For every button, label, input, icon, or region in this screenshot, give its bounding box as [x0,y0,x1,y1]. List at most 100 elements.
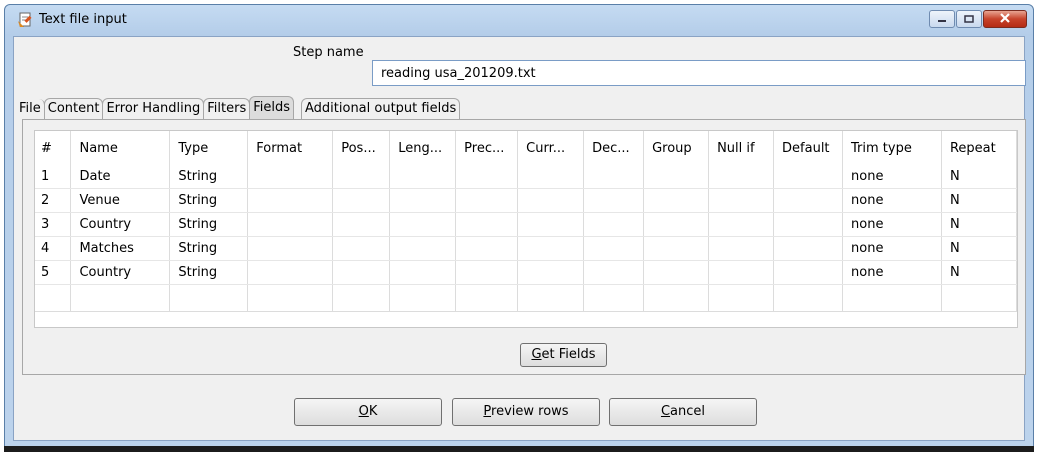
table-cell[interactable] [517,188,585,213]
table-cell[interactable] [643,236,710,261]
table-cell[interactable] [389,284,457,312]
table-cell[interactable]: none [842,236,942,261]
table-cell[interactable] [332,260,391,285]
table-cell[interactable] [247,212,334,237]
table-cell[interactable] [583,236,645,261]
table-cell[interactable] [455,260,519,285]
table-cell[interactable]: N [941,236,1018,261]
table-cell[interactable]: none [842,212,942,237]
tab-filters[interactable]: Filters [203,98,251,119]
table-cell[interactable]: String [169,188,249,213]
table-cell[interactable]: String [169,260,249,285]
table-cell[interactable]: Venue [70,188,171,213]
table-cell[interactable] [708,212,775,237]
table-cell[interactable] [455,212,519,237]
maximize-button[interactable] [956,10,982,28]
table-cell[interactable]: N [941,188,1018,213]
table-cell[interactable] [643,188,710,213]
table-cell[interactable]: String [169,236,249,261]
table-cell[interactable] [247,188,334,213]
table-cell[interactable]: Matches [70,236,171,261]
table-cell[interactable] [773,236,844,261]
table-cell[interactable] [842,284,942,312]
table-cell[interactable] [517,165,585,189]
table-cell[interactable] [247,236,334,261]
table-cell[interactable] [773,188,844,213]
get-fields-button[interactable]: Get Fields [520,343,607,367]
table-cell[interactable] [517,236,585,261]
table-cell[interactable] [332,284,391,312]
preview-rows-button[interactable]: Preview rows [452,398,600,426]
column-header[interactable]: Group [643,131,710,165]
table-cell[interactable] [583,188,645,213]
table-row[interactable]: 4 Matches String none N [35,236,1018,261]
table-cell[interactable] [389,260,457,285]
tab-file[interactable]: File [16,99,45,119]
ok-button[interactable]: OK [294,398,442,426]
table-cell[interactable] [583,260,645,285]
title-bar[interactable]: Text file input [5,5,1033,35]
tab-additional-output-fields[interactable]: Additional output fields [301,98,461,119]
table-cell[interactable]: none [842,188,942,213]
table-cell[interactable] [708,188,775,213]
table-cell[interactable] [708,236,775,261]
table-cell[interactable] [169,284,249,312]
table-cell[interactable] [247,165,334,189]
table-row[interactable]: 3 Country String none N [35,212,1018,237]
table-cell[interactable] [247,260,334,285]
table-cell[interactable] [332,165,391,189]
column-header[interactable]: Prec... [455,131,519,165]
table-cell[interactable] [517,284,585,312]
table-cell[interactable] [941,284,1018,312]
table-cell[interactable]: String [169,165,249,189]
table-cell[interactable] [389,212,457,237]
table-cell[interactable] [389,165,457,189]
table-cell[interactable] [773,260,844,285]
column-header[interactable]: Pos... [332,131,391,165]
table-cell[interactable] [583,212,645,237]
table-cell[interactable] [247,284,334,312]
table-row[interactable]: 1 Date String none N [35,165,1018,189]
table-cell[interactable] [583,284,645,312]
table-cell[interactable] [332,188,391,213]
table-cell[interactable] [332,236,391,261]
table-cell[interactable]: none [842,260,942,285]
table-cell[interactable] [773,212,844,237]
table-row[interactable]: 2 Venue String none N [35,188,1018,213]
table-cell[interactable] [455,188,519,213]
table-cell[interactable] [643,284,710,312]
column-header[interactable]: Curr... [517,131,585,165]
table-cell[interactable] [773,284,844,312]
table-cell[interactable] [455,284,519,312]
close-button[interactable] [983,10,1027,28]
table-cell[interactable] [455,236,519,261]
table-cell[interactable]: Date [70,165,171,189]
table-cell[interactable]: N [941,165,1018,189]
table-cell[interactable] [708,284,775,312]
step-name-input[interactable] [372,60,1026,86]
table-cell[interactable] [517,260,585,285]
column-header[interactable]: Default [773,131,844,165]
table-cell[interactable] [389,188,457,213]
table-cell[interactable] [389,236,457,261]
table-cell[interactable]: Country [70,260,171,285]
table-cell[interactable] [708,165,775,189]
table-cell[interactable] [643,212,710,237]
column-header[interactable]: Format [247,131,334,165]
tab-content[interactable]: Content [43,98,104,119]
column-header[interactable]: Leng... [389,131,457,165]
column-header[interactable]: Name [70,131,171,165]
cancel-button[interactable]: Cancel [609,398,757,426]
column-header[interactable]: Repeat [941,131,1018,165]
column-header[interactable]: Dec... [583,131,645,165]
table-row[interactable]: 5 Country String none N [35,260,1018,285]
column-header[interactable]: Null if [708,131,775,165]
column-header-row-number[interactable]: # [35,131,72,165]
table-cell[interactable]: N [941,212,1018,237]
table-cell[interactable] [708,260,775,285]
minimize-button[interactable] [929,10,955,28]
table-cell[interactable] [773,165,844,189]
table-cell[interactable] [517,212,585,237]
table-cell[interactable] [643,260,710,285]
table-cell[interactable] [35,284,72,312]
